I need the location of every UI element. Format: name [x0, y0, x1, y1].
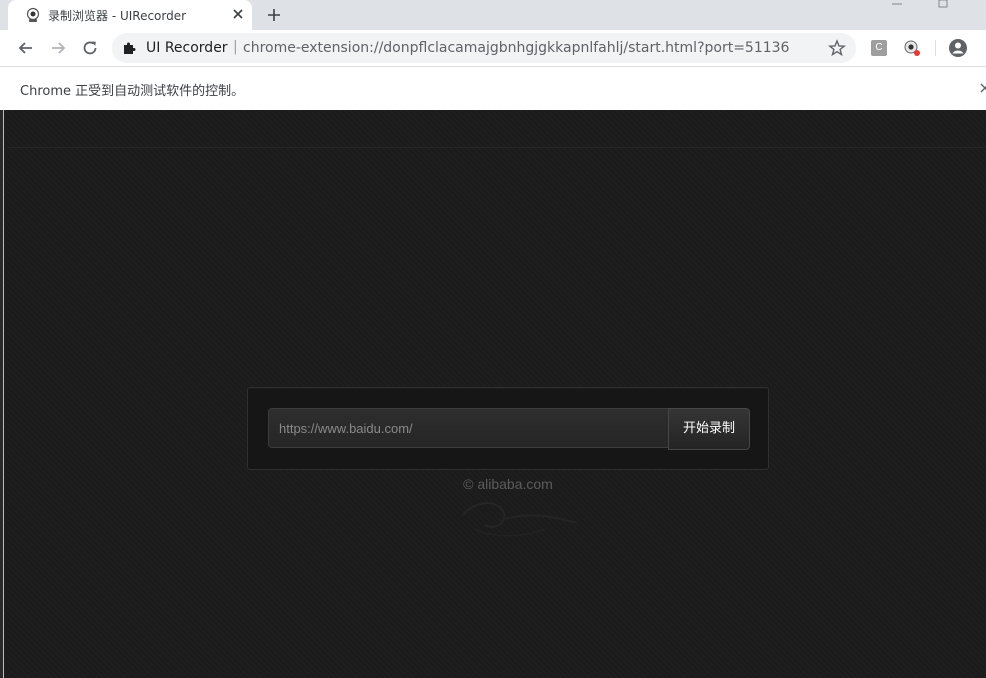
- extension-c-icon[interactable]: C: [871, 40, 887, 56]
- omnibox[interactable]: UI Recorder | chrome-extension://donpflc…: [112, 33, 856, 63]
- copyright-text: © alibaba.com: [463, 476, 553, 492]
- toolbar-divider: [935, 40, 936, 56]
- page-left-edge: [0, 110, 4, 678]
- arrow-right-icon[interactable]: [48, 38, 68, 58]
- automation-infobar: Chrome 正受到自动测试软件的控制。: [0, 66, 986, 110]
- new-tab-icon[interactable]: [264, 5, 284, 25]
- reload-icon[interactable]: [80, 38, 100, 58]
- recorder-icon: [26, 7, 40, 22]
- close-icon[interactable]: [978, 81, 986, 95]
- maximize-icon[interactable]: [936, 0, 950, 10]
- url-input[interactable]: [268, 408, 668, 448]
- start-panel: 开始录制: [247, 387, 769, 470]
- minimize-icon[interactable]: [890, 0, 904, 10]
- tab-title: 录制浏览器 - UIRecorder: [48, 9, 187, 23]
- browser-window: 录制浏览器 - UIRecorder UI Recorder | chrome-…: [0, 0, 986, 678]
- page-content: 开始录制 © alibaba.com: [0, 110, 986, 678]
- account-icon[interactable]: [948, 38, 968, 58]
- origin-separator: |: [233, 39, 238, 55]
- header-divider: [8, 147, 986, 148]
- start-recording-button[interactable]: 开始录制: [668, 408, 750, 450]
- tab-strip: 录制浏览器 - UIRecorder: [0, 0, 986, 30]
- arrow-left-icon[interactable]: [16, 38, 36, 58]
- address-url[interactable]: chrome-extension://donpflclacamajgbnhgjg…: [243, 40, 789, 56]
- origin-label: UI Recorder: [146, 40, 228, 56]
- uirecorder-extension-icon[interactable]: [903, 39, 921, 57]
- close-tab-icon[interactable]: [230, 6, 246, 22]
- infobar-message: Chrome 正受到自动测试软件的控制。: [20, 84, 245, 99]
- star-icon[interactable]: [828, 39, 846, 57]
- active-tab[interactable]: 录制浏览器 - UIRecorder: [8, 0, 252, 30]
- puzzle-icon: [124, 42, 136, 54]
- alibaba-logo-watermark: [462, 502, 578, 537]
- toolbar: UI Recorder | chrome-extension://donpflc…: [0, 30, 986, 66]
